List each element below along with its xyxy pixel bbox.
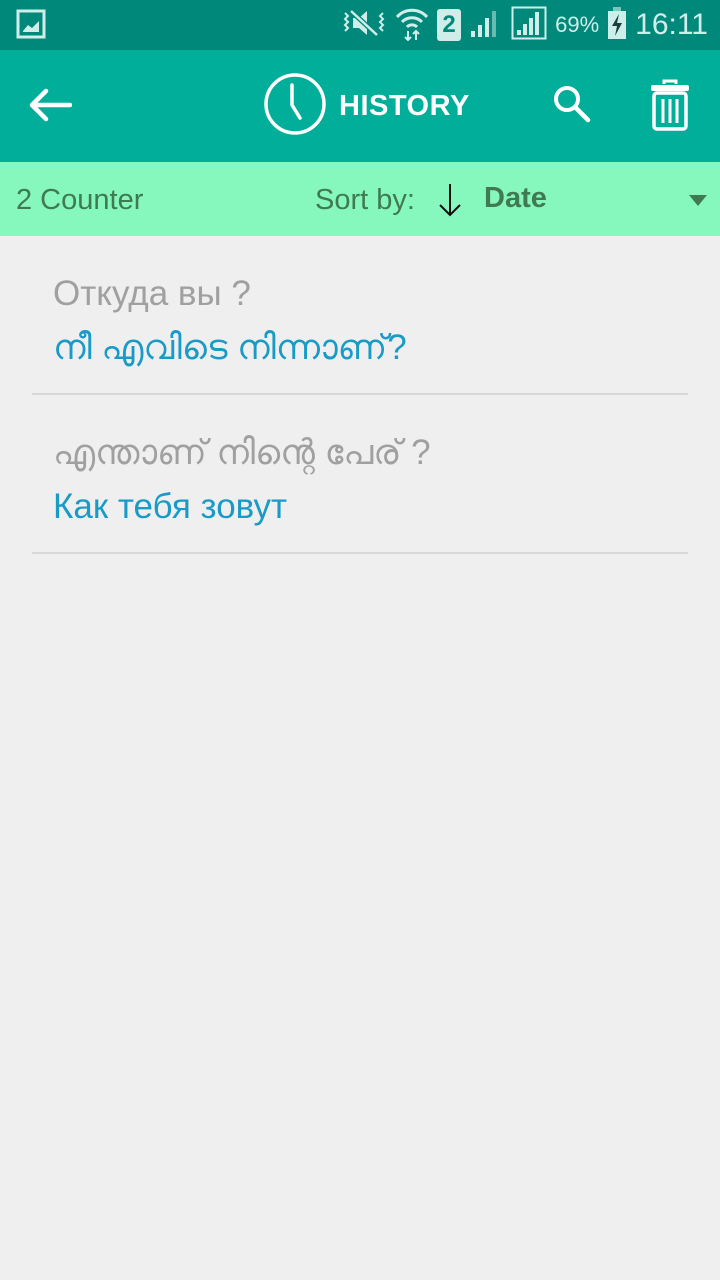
signal-icon	[511, 6, 547, 45]
clock-time: 16:11	[635, 8, 708, 41]
vibrate-mute-icon	[341, 7, 387, 44]
gallery-notification-icon	[16, 9, 46, 44]
battery-charging-icon	[607, 6, 627, 45]
source-text: എന്താണ് നിന്റെ പേര് ?	[53, 433, 431, 472]
clock-icon	[263, 72, 327, 141]
history-item[interactable]: എന്താണ് നിന്റെ പേര് ? Как тебя зовут	[32, 395, 688, 554]
delete-all-button[interactable]	[643, 78, 697, 136]
sort-select[interactable]: Date	[484, 182, 547, 215]
app-bar: HISTORY	[0, 50, 720, 162]
source-text: Откуда вы ?	[53, 274, 251, 313]
battery-percent: 69%	[555, 12, 600, 37]
history-counter: 2 Counter	[16, 184, 144, 216]
history-list: Откуда вы ? നീ എവിടെ നിന്നാണ്? എന്താണ് ന…	[0, 236, 720, 554]
sort-label: Sort by:	[315, 184, 415, 216]
arrow-left-icon	[26, 87, 73, 128]
back-button[interactable]	[22, 80, 76, 134]
history-item[interactable]: Откуда вы ? നീ എവിടെ നിന്നാണ്?	[32, 236, 688, 395]
trash-icon	[649, 79, 691, 136]
sim2-icon: 2	[437, 9, 462, 41]
sort-direction-button[interactable]	[436, 182, 464, 218]
arrow-down-icon	[439, 184, 461, 217]
sort-bar: 2 Counter Sort by: Date	[0, 162, 720, 236]
title-text: HISTORY	[339, 89, 470, 122]
search-button[interactable]	[546, 80, 598, 132]
sort-dropdown-button[interactable]	[684, 190, 712, 212]
search-icon	[552, 84, 592, 129]
translation-text: നീ എവിടെ നിന്നാണ്?	[53, 328, 407, 367]
signal-icon	[469, 7, 503, 44]
status-bar: 2 69% 16:11	[0, 0, 720, 50]
page-title: HISTORY	[263, 72, 470, 141]
wifi-icon	[395, 5, 429, 46]
translation-text: Как тебя зовут	[53, 487, 288, 526]
dropdown-triangle-icon	[689, 195, 707, 206]
